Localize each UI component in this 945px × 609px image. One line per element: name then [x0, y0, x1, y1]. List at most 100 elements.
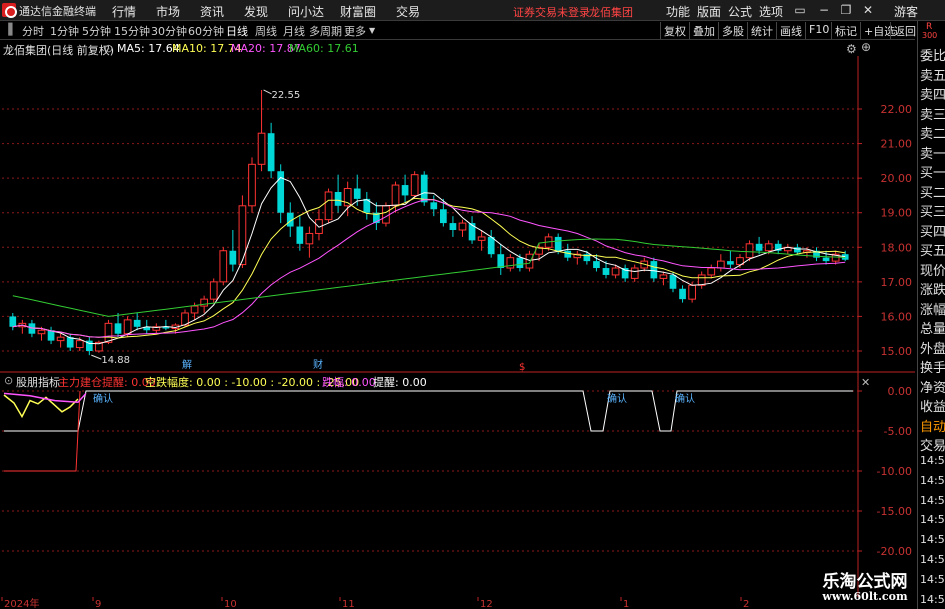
- menu-hangqing[interactable]: 行情: [112, 3, 136, 20]
- date-tick-label: 12: [480, 599, 493, 609]
- candle-body: [229, 250, 237, 265]
- menu-xuanxiang[interactable]: 选项: [759, 3, 783, 20]
- candle-body: [391, 184, 400, 207]
- candle-body: [602, 268, 610, 275]
- candle-body: [688, 284, 696, 300]
- period-15min[interactable]: 15分钟: [114, 23, 150, 39]
- price-tick-label: 22.00: [881, 103, 913, 116]
- candle-body: [66, 337, 74, 348]
- event-marker-cai[interactable]: 财: [313, 358, 323, 371]
- date-tick-label: 2: [743, 599, 749, 609]
- confirm-label-1: 确认: [93, 392, 113, 405]
- tick-time: 14:56: [920, 454, 945, 467]
- watermark-url: www.60lt.com: [822, 590, 908, 603]
- candle-body: [104, 322, 113, 343]
- date-axis: 2024年 9 10 11 12 1 2: [1, 597, 749, 609]
- low-pointer: [91, 354, 102, 360]
- candle-body: [257, 132, 266, 165]
- quote-field-label: 外盘: [920, 341, 945, 357]
- candlestick-chart[interactable]: 22.00 21.00 20.00 19.00 18.00 17.00 16.00 15.00…: [0, 56, 915, 373]
- event-marker-jie[interactable]: 解: [182, 358, 192, 371]
- candle-body: [525, 253, 534, 269]
- quote-field-label: 卖二: [920, 127, 945, 142]
- candle-body: [401, 185, 409, 196]
- tick-time: 14:56: [920, 513, 945, 527]
- user-guest[interactable]: 游客: [894, 3, 918, 20]
- btn-diejia[interactable]: 叠加: [689, 22, 718, 39]
- app-name: 通达信金融终端: [19, 5, 96, 18]
- menu-zixun[interactable]: 资讯: [200, 3, 224, 20]
- toolbar-handle-icon: ▐: [4, 23, 13, 36]
- menu-caifuquan[interactable]: 财富圈: [340, 3, 376, 20]
- btn-f10[interactable]: F10: [805, 22, 832, 39]
- low-label: 14.88: [101, 355, 130, 366]
- tick-time: 14:56: [920, 553, 945, 566]
- btn-tongji[interactable]: 统计: [747, 22, 776, 39]
- btn-fuquan[interactable]: 复权: [660, 22, 689, 39]
- period-5min[interactable]: 5分钟: [82, 23, 111, 39]
- price-tick-label: 20.00: [881, 172, 913, 185]
- indicator-tick-label: 0.00: [888, 385, 913, 398]
- more-chevron-icon[interactable]: ▼: [369, 26, 375, 35]
- period-daily[interactable]: 日线: [226, 23, 248, 39]
- tick-time: 14:56: [920, 533, 945, 547]
- minimize-button-icon[interactable]: −: [816, 2, 832, 18]
- period-1min[interactable]: 1分钟: [50, 23, 79, 39]
- quote-field-label: 卖三: [920, 107, 945, 123]
- candle-body: [506, 257, 515, 269]
- btn-back[interactable]: 返回: [890, 22, 919, 39]
- candle-body: [334, 191, 342, 206]
- candle-body: [716, 260, 725, 269]
- period-multi[interactable]: 多周期: [309, 23, 342, 39]
- candle-body: [267, 133, 275, 172]
- period-30min[interactable]: 30分钟: [151, 23, 187, 39]
- candle-body: [37, 329, 46, 335]
- date-tick-label: 10: [224, 599, 237, 609]
- candle-body: [477, 236, 486, 241]
- candle-body: [56, 336, 65, 342]
- period-fenshi[interactable]: 分时: [22, 23, 44, 39]
- restore-icon[interactable]: ❐: [838, 2, 854, 18]
- candle-body: [238, 205, 247, 266]
- quote-field-label: 净资: [920, 380, 945, 396]
- menu-jiaoyi[interactable]: 交易: [396, 3, 420, 20]
- stock-title: 龙佰集团: [589, 6, 633, 19]
- candle-body: [611, 267, 620, 276]
- candle-body: [727, 261, 734, 265]
- btn-huaxian[interactable]: 画线: [776, 22, 805, 39]
- indicator-tick-label: -10.00: [877, 465, 912, 478]
- event-marker-dollar[interactable]: $: [519, 362, 525, 373]
- price-tick-label: 15.00: [881, 345, 913, 358]
- high-label: 22.55: [272, 90, 301, 101]
- period-weekly[interactable]: 周线: [255, 23, 277, 39]
- menu-shichang[interactable]: 市场: [156, 3, 180, 20]
- minimize-icon[interactable]: ▭: [792, 2, 808, 18]
- period-monthly[interactable]: 月线: [283, 23, 305, 39]
- candle-body: [420, 174, 428, 203]
- candle-body: [133, 319, 141, 327]
- period-more[interactable]: 更多: [344, 23, 366, 39]
- close-icon[interactable]: ✕: [860, 2, 876, 18]
- menu-wenxiaoda[interactable]: 问小达: [288, 3, 324, 20]
- menu-gongshi[interactable]: 公式: [728, 3, 752, 20]
- quote-field-label: 自动: [920, 419, 945, 435]
- menu-banmian[interactable]: 版面: [697, 3, 721, 20]
- price-tick-label: 16.00: [881, 310, 913, 323]
- indicator-tick-label: -15.00: [877, 505, 912, 518]
- date-tick-label: 9: [95, 599, 101, 609]
- btn-duogu[interactable]: 多股: [718, 22, 747, 39]
- settings-gear-icon[interactable]: ⚙: [846, 42, 857, 56]
- indicator-chart[interactable]: 确认 确认 确认 0.00 -5.00 -10.00 -15.00 -20.00: [0, 373, 915, 597]
- period-60min[interactable]: 60分钟: [188, 23, 224, 39]
- panel-header-sub: 300: [922, 31, 938, 40]
- zoom-in-icon[interactable]: ⊕: [861, 40, 871, 54]
- price-tick-label: 18.00: [881, 241, 913, 254]
- menu-gongneng[interactable]: 功能: [666, 3, 690, 20]
- login-notice[interactable]: 证券交易未登录: [513, 4, 590, 20]
- candle-body: [822, 257, 830, 262]
- title-bar: 通达信金融终端 行情 市场 资讯 发现 问小达 财富圈 交易 证券交易未登录 龙…: [0, 0, 945, 21]
- btn-biaoji[interactable]: 标记: [831, 22, 860, 39]
- info-circle-icon[interactable]: ⊙: [104, 42, 113, 55]
- candle-body: [554, 236, 562, 251]
- menu-faxian[interactable]: 发现: [244, 3, 268, 20]
